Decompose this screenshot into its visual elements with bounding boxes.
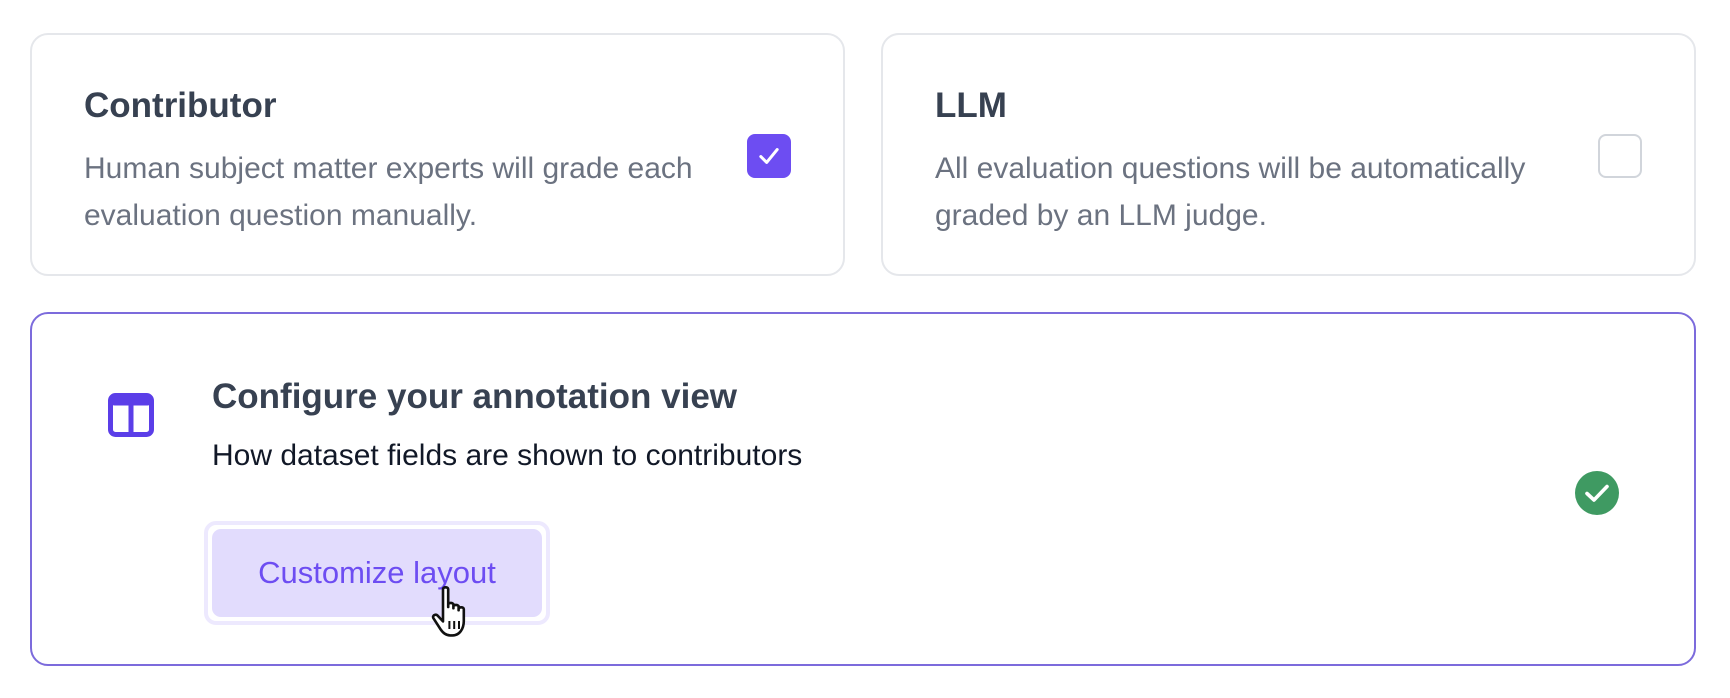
customize-layout-button[interactable]: Customize layout <box>212 529 542 617</box>
checkmark-icon <box>759 148 779 164</box>
evaluation-option-contributor[interactable]: Contributor Human subject matter experts… <box>30 33 845 276</box>
contributor-checkbox[interactable] <box>747 134 791 178</box>
option-description: Human subject matter experts will grade … <box>84 152 693 232</box>
check-circle-icon <box>1575 471 1619 515</box>
annotation-view-title: Configure your annotation view <box>212 377 738 416</box>
llm-checkbox[interactable] <box>1598 134 1642 178</box>
option-title: LLM <box>935 86 1007 125</box>
option-title: Contributor <box>84 86 277 125</box>
option-description: All evaluation questions will be automat… <box>935 152 1526 232</box>
layout-columns-icon <box>108 393 154 437</box>
annotation-view-panel: Configure your annotation view How datas… <box>30 312 1696 666</box>
annotation-view-description: How dataset fields are shown to contribu… <box>212 439 803 472</box>
evaluation-option-llm[interactable]: LLM All evaluation questions will be aut… <box>881 33 1696 276</box>
